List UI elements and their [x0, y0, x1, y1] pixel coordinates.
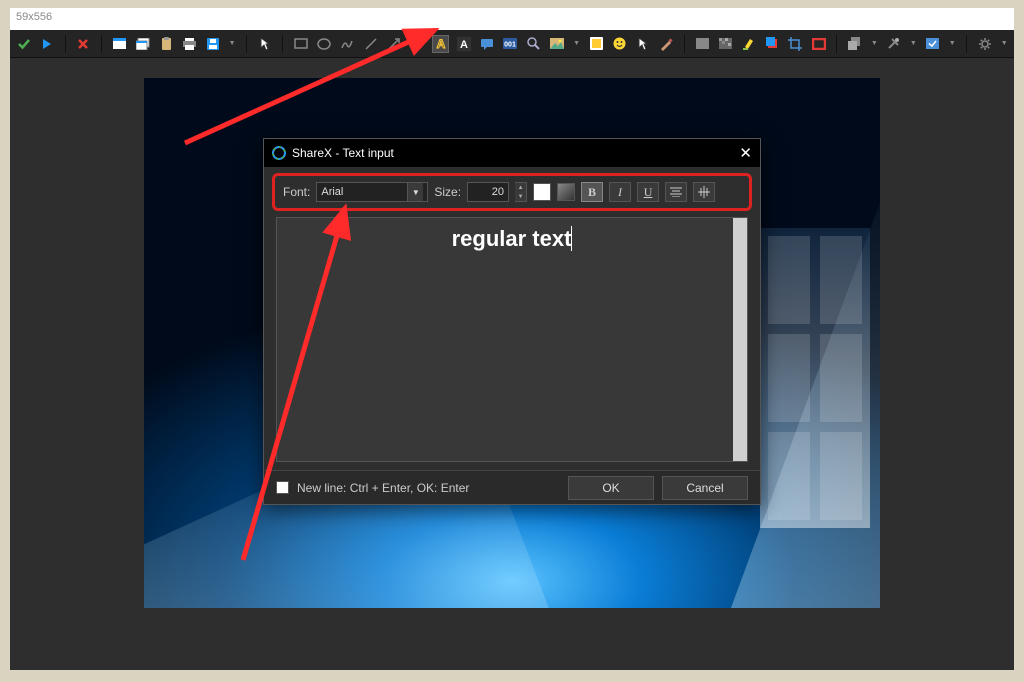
image-icon[interactable]	[549, 36, 564, 52]
cancel-button[interactable]: Cancel	[662, 476, 748, 500]
color-icon[interactable]	[764, 36, 779, 52]
duplicate-dropdown-icon[interactable]: ▼	[871, 36, 879, 52]
sample-text: regular text	[283, 226, 741, 252]
magnify-icon[interactable]	[526, 36, 541, 52]
text-format-toolbar: Font: Arial ▼ Size: ▲▼ B I U	[272, 173, 752, 211]
settings-dropdown-icon[interactable]: ▼	[1000, 36, 1008, 52]
text-bg-icon[interactable]: A	[456, 36, 471, 52]
text-color-swatch[interactable]	[533, 183, 551, 201]
text-outline-icon[interactable]: A	[433, 36, 448, 52]
freehand-icon[interactable]	[340, 36, 355, 52]
pixelate-icon[interactable]	[718, 36, 733, 52]
cursor-icon[interactable]	[257, 36, 272, 52]
font-value: Arial	[321, 186, 343, 198]
tools-icon[interactable]	[886, 36, 901, 52]
rect-icon[interactable]	[293, 36, 308, 52]
svg-text:A: A	[460, 39, 468, 51]
italic-button[interactable]: I	[609, 182, 631, 202]
editor-window: 59x556 ▼ A A 001 ▼	[10, 8, 1014, 670]
svg-text:001: 001	[505, 42, 517, 49]
hint-label: New line: Ctrl + Enter, OK: Enter	[297, 481, 469, 495]
size-label: Size:	[434, 185, 461, 199]
redrect-icon[interactable]	[811, 36, 826, 52]
image-dropdown-icon[interactable]: ▼	[573, 36, 581, 52]
size-input[interactable]	[467, 182, 509, 202]
bg-color-swatch[interactable]	[557, 183, 575, 201]
play-icon[interactable]	[39, 36, 54, 52]
sharex-logo-icon	[272, 146, 286, 160]
blur-icon[interactable]	[695, 36, 710, 52]
line-icon[interactable]	[363, 36, 378, 52]
dialog-titlebar[interactable]: ShareX - Text input ✕	[264, 139, 760, 167]
save-dropdown-icon[interactable]: ▼	[228, 36, 236, 52]
step-icon[interactable]: 001	[503, 36, 518, 52]
bold-button[interactable]: B	[581, 182, 603, 202]
window-icon[interactable]	[112, 36, 127, 52]
sticker-icon[interactable]	[588, 36, 603, 52]
emoji-icon[interactable]	[612, 36, 627, 52]
dialog-title: ShareX - Text input	[292, 146, 394, 160]
align-center-button[interactable]	[665, 182, 687, 202]
ellipse-icon[interactable]	[316, 36, 331, 52]
cancel-icon[interactable]	[76, 36, 91, 52]
confirm-icon[interactable]	[16, 36, 31, 52]
arrow-icon[interactable]	[386, 36, 401, 52]
settings-icon[interactable]	[977, 36, 992, 52]
duplicate-icon[interactable]	[847, 36, 862, 52]
main-toolbar: ▼ A A 001 ▼ ▼ ▼ ▼ ▼	[10, 30, 1014, 58]
font-select[interactable]: Arial ▼	[316, 182, 428, 202]
font-label: Font:	[283, 185, 310, 199]
close-icon[interactable]: ✕	[739, 144, 752, 162]
ok-button[interactable]: OK	[568, 476, 654, 500]
title-strip: 59x556	[10, 8, 1014, 30]
highlight-icon[interactable]	[741, 36, 756, 52]
clipboard-icon[interactable]	[158, 36, 173, 52]
chevron-down-icon: ▼	[407, 183, 423, 201]
newline-checkbox[interactable]	[276, 481, 289, 494]
text-input-dialog: ShareX - Text input ✕ Font: Arial ▼ Size…	[263, 138, 761, 505]
canvas-area: ShareX - Text input ✕ Font: Arial ▼ Size…	[10, 58, 1014, 670]
underline-button[interactable]: U	[637, 182, 659, 202]
crop-icon[interactable]	[788, 36, 803, 52]
speech-icon[interactable]	[480, 36, 495, 52]
size-spinner[interactable]: ▲▼	[515, 182, 527, 202]
arrow2-icon[interactable]	[410, 36, 425, 52]
text-area[interactable]: regular text	[276, 217, 748, 462]
stamp-icon[interactable]	[658, 36, 673, 52]
actions-dropdown-icon[interactable]: ▼	[948, 36, 956, 52]
cursor2-icon[interactable]	[635, 36, 650, 52]
tools-dropdown-icon[interactable]: ▼	[909, 36, 917, 52]
save-icon[interactable]	[205, 36, 220, 52]
svg-text:A: A	[436, 37, 445, 51]
windows-icon[interactable]	[135, 36, 150, 52]
align-middle-button[interactable]	[693, 182, 715, 202]
dialog-footer: New line: Ctrl + Enter, OK: Enter OK Can…	[264, 470, 760, 504]
actions-icon[interactable]	[925, 36, 940, 52]
print-icon[interactable]	[182, 36, 197, 52]
